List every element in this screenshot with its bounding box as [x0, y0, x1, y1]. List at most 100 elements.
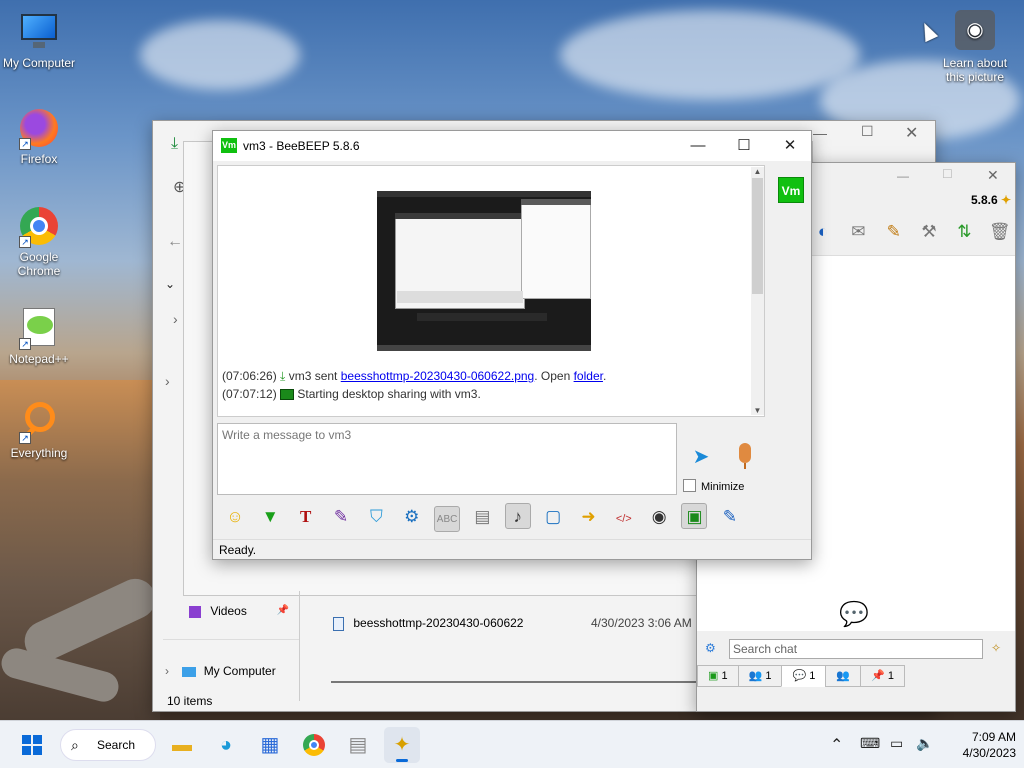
chevron-down-icon[interactable]: ⌄: [165, 277, 175, 291]
desktop-icon-notepadpp[interactable]: ↗ Notepad++: [0, 306, 78, 366]
desktop-icon-firefox[interactable]: ↗ Firefox: [0, 106, 78, 166]
envelope-icon[interactable]: ✉: [845, 219, 871, 245]
maximize-button[interactable]: ☐: [942, 167, 953, 181]
chevron-right-icon[interactable]: ›: [165, 664, 169, 678]
close-button[interactable]: ✕: [905, 123, 918, 143]
videos-icon: [189, 605, 201, 618]
nav-item-my-computer[interactable]: › My Computer: [165, 661, 305, 681]
pin-icon[interactable]: 📌: [277, 599, 289, 623]
pencil-icon[interactable]: ✎: [881, 219, 907, 245]
minimize-button[interactable]: —: [675, 131, 721, 161]
vertical-scrollbar[interactable]: ▲ ▼: [751, 167, 764, 415]
maximize-button[interactable]: ☐: [861, 123, 874, 140]
spellcheck-icon[interactable]: ABC: [434, 506, 461, 532]
screenshot-icon[interactable]: ◉: [646, 504, 672, 530]
app-logo-icon: Vm: [221, 138, 237, 153]
close-button[interactable]: ✕: [987, 167, 999, 184]
chevron-up-icon[interactable]: ⌃: [830, 735, 843, 755]
search-icon: ⌕: [71, 737, 79, 753]
title-bar[interactable]: Vm vm3 - BeeBEEP 5.8.6 — ☐ ✕: [213, 131, 811, 161]
filter-icon[interactable]: ⛉: [363, 504, 389, 530]
search-magnifier-icon: ↗: [17, 400, 61, 444]
tab-conversations[interactable]: 💬 1: [781, 665, 827, 687]
desktop-icon-my-computer[interactable]: My Computer: [0, 10, 78, 70]
app-taskbar-icon[interactable]: ▤: [340, 727, 376, 763]
color-picker-icon[interactable]: ✎: [328, 504, 354, 530]
chat-window[interactable]: Vm vm3 - BeeBEEP 5.8.6 — ☐ ✕ (07:06:26) …: [212, 130, 812, 560]
pin-icon: 📌: [871, 670, 885, 682]
chat-bubbles-icon: 💬: [792, 670, 807, 682]
send-button[interactable]: ➤: [685, 443, 717, 471]
tab-users[interactable]: 👥 1: [737, 665, 783, 687]
message-input[interactable]: Write a message to vm3: [217, 423, 677, 495]
spotlight-widget[interactable]: ◉ Learn about this picture: [940, 10, 1010, 84]
mouse-cursor-icon: [917, 19, 939, 43]
version-label: 5.8.6 ✦: [971, 193, 1012, 207]
file-explorer-taskbar-icon[interactable]: ▬: [164, 727, 200, 763]
chevron-right-icon[interactable]: ›: [165, 373, 170, 389]
monitor-icon: [182, 666, 197, 677]
globe-icon[interactable]: ◐: [810, 219, 836, 245]
avatar[interactable]: Vm: [778, 177, 804, 203]
code-icon[interactable]: </>: [611, 506, 637, 532]
download-icon: ⤓: [171, 135, 179, 152]
clock[interactable]: 7:09 AM 4/30/2023: [946, 729, 1016, 761]
trash-icon[interactable]: 🗑: [987, 219, 1013, 245]
back-arrow-icon[interactable]: ←: [167, 233, 183, 251]
notes-icon[interactable]: ✎: [717, 504, 743, 530]
minimize-button[interactable]: —: [897, 169, 909, 183]
transfer-icon[interactable]: ⇅: [951, 219, 977, 245]
send-folder-icon[interactable]: ➜: [575, 504, 601, 530]
file-link[interactable]: beesshottmp-20230430-060622.png: [341, 369, 535, 383]
send-file-icon[interactable]: ▢: [540, 504, 566, 530]
file-transfer-icon: ⤓: [280, 369, 286, 383]
windows-logo-icon: [22, 735, 42, 755]
taskbar-search[interactable]: ⌕ Search: [60, 729, 156, 761]
green-arrow-down-icon[interactable]: ▼: [257, 504, 283, 530]
edge-taskbar-icon[interactable]: ◕: [208, 727, 244, 763]
chat-message: (07:06:26) ⤓ vm3 sent beesshottmp-202304…: [222, 369, 607, 383]
tools-icon[interactable]: ⚒: [916, 219, 942, 245]
scrollbar-thumb[interactable]: [752, 178, 763, 294]
minimize-checkbox[interactable]: [683, 479, 696, 492]
tab-groups[interactable]: 👥: [825, 665, 862, 687]
desktop-icon-everything[interactable]: ↗ Everything: [0, 400, 78, 460]
music-note-icon[interactable]: ♪: [504, 503, 531, 529]
taskbar: ⌕ Search ▬ ◕ ▦ ▤ ✦ ⌃ ⌨ ▭ 🔈 7:09 AM 4/30/…: [0, 720, 1024, 768]
chat-message: (07:07:12) Starting desktop sharing with…: [222, 387, 481, 401]
dictionary-icon[interactable]: ▤: [469, 504, 495, 530]
beebeep-taskbar-icon[interactable]: ✦: [384, 727, 420, 763]
pane-divider: [299, 591, 300, 701]
message-area[interactable]: (07:06:26) ⤓ vm3 sent beesshottmp-202304…: [217, 165, 765, 417]
volume-icon[interactable]: 🔈: [916, 735, 933, 752]
minimize-button[interactable]: —: [813, 125, 827, 141]
clear-search-icon[interactable]: ✧: [991, 641, 1001, 655]
chrome-icon: ↗: [17, 204, 61, 248]
desktop-icon-google-chrome[interactable]: ↗ Google Chrome: [0, 204, 78, 278]
close-button[interactable]: ✕: [767, 131, 813, 161]
chrome-taskbar-icon[interactable]: [296, 727, 332, 763]
settings-icon[interactable]: ⚙: [705, 641, 716, 655]
screenshot-thumbnail[interactable]: [377, 191, 591, 351]
firefox-icon: ↗: [17, 106, 61, 150]
chevron-right-icon[interactable]: ›: [173, 311, 178, 327]
start-button[interactable]: [14, 727, 50, 763]
folder-link[interactable]: folder: [574, 369, 603, 383]
tab-pinned[interactable]: 📌 1: [860, 665, 905, 687]
nav-divider: [163, 639, 299, 640]
tab-chats[interactable]: ▣ 1: [697, 665, 739, 687]
maximize-button[interactable]: ☐: [721, 131, 767, 161]
search-chat-input[interactable]: Search chat: [729, 639, 983, 659]
horizontal-scrollbar[interactable]: [331, 681, 701, 683]
microphone-icon[interactable]: [733, 443, 757, 473]
network-icon[interactable]: ▭: [890, 735, 903, 752]
smiley-icon[interactable]: ☺: [222, 504, 248, 530]
font-icon[interactable]: T: [293, 504, 319, 530]
chat-screen-icon: ▣: [708, 670, 719, 682]
nav-item-videos[interactable]: Videos 📌: [185, 599, 293, 623]
gear-icon[interactable]: ⚙: [399, 504, 425, 530]
status-bar-text: 10 items: [167, 694, 213, 708]
keyboard-icon[interactable]: ⌨: [860, 735, 880, 752]
screen-share-icon[interactable]: ▣: [681, 503, 708, 529]
store-taskbar-icon[interactable]: ▦: [252, 727, 288, 763]
